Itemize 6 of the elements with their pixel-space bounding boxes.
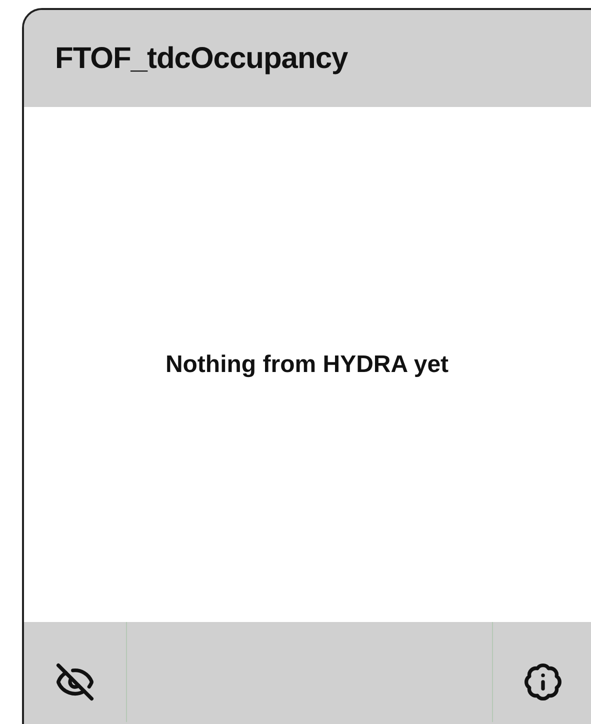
eye-off-icon [55, 662, 95, 702]
status-message: Nothing from HYDRA yet [164, 350, 450, 378]
info-icon [523, 662, 563, 702]
info-button[interactable] [523, 662, 563, 702]
panel-title: FTOF_tdcOccupancy [55, 42, 348, 76]
hide-button[interactable] [55, 662, 95, 702]
